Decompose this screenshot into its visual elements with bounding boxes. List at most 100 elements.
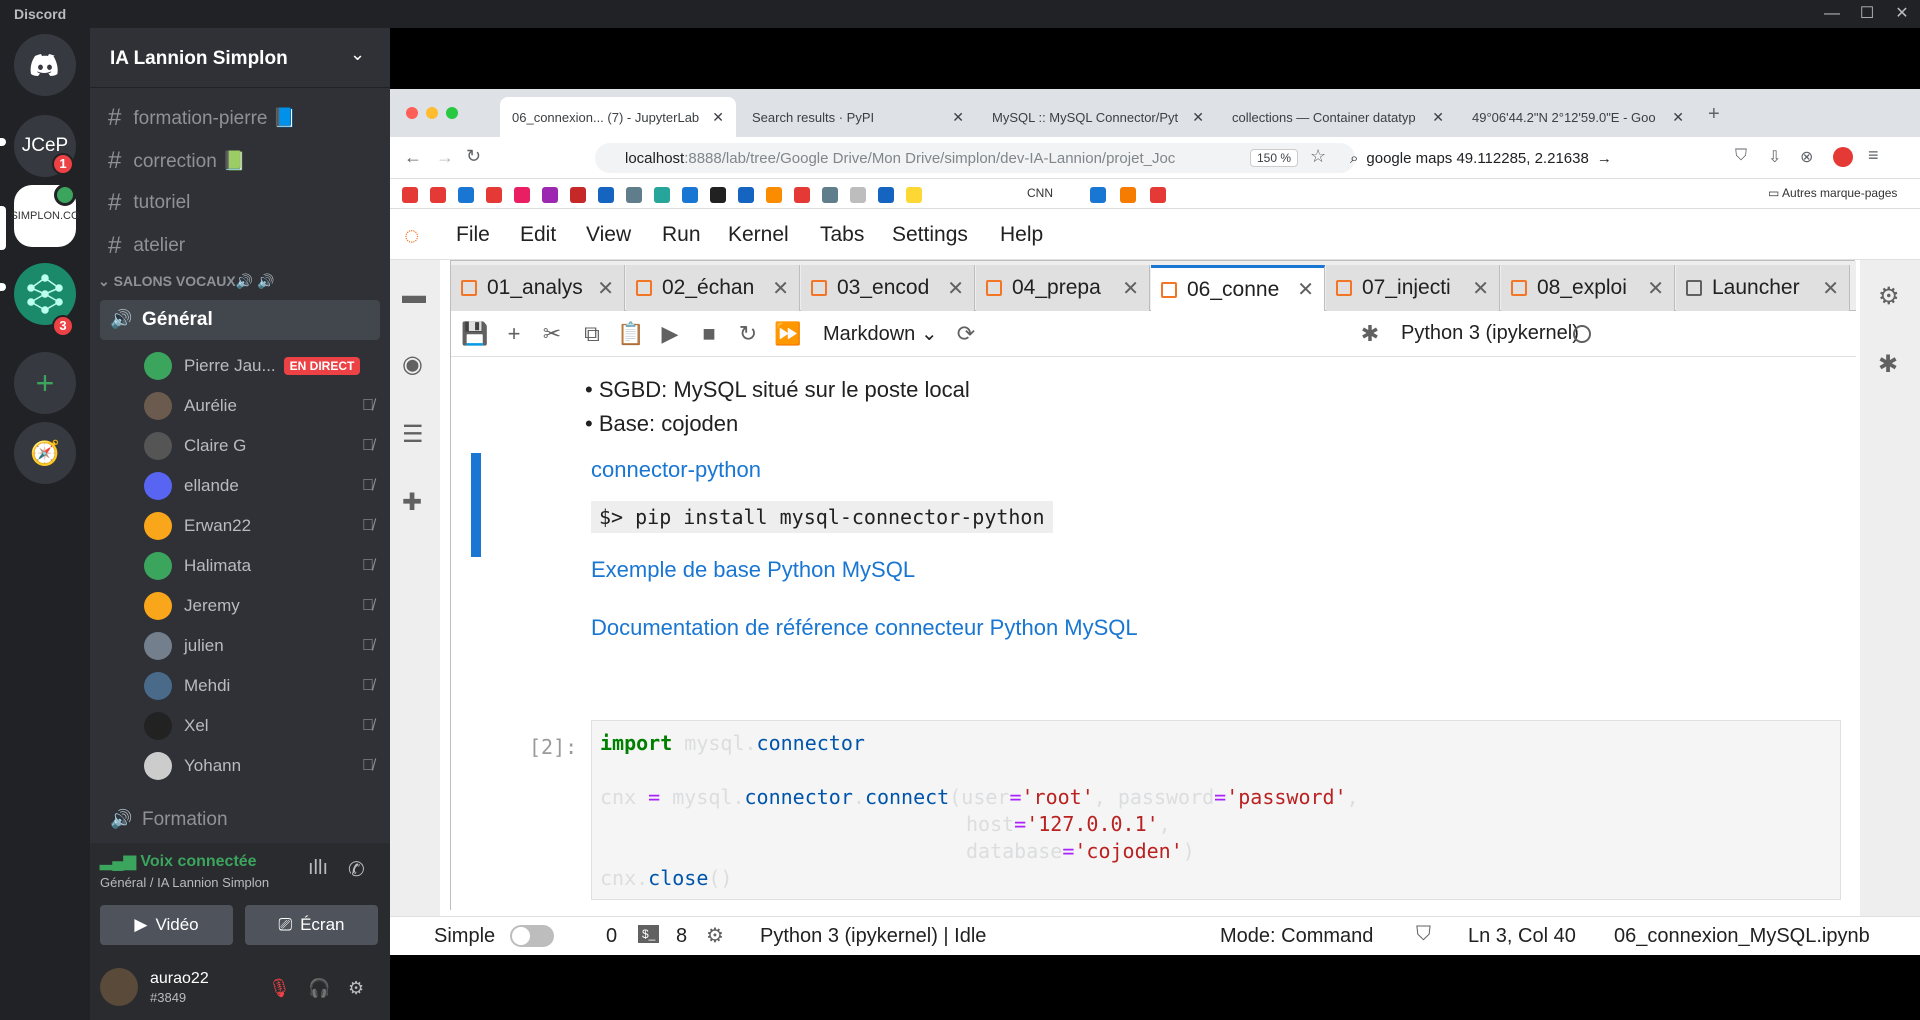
noise-suppression-icon[interactable]: ıllı: [308, 857, 328, 880]
menu-file[interactable]: File: [456, 223, 490, 247]
cut-icon[interactable]: ✂: [539, 321, 565, 347]
explore-compass-icon[interactable]: 🧭: [14, 422, 76, 484]
menu-icon[interactable]: ≡: [1868, 145, 1879, 166]
minimize-icon[interactable]: —: [1822, 4, 1842, 24]
bookmark-icon[interactable]: [906, 187, 922, 203]
zoom-indicator[interactable]: 150 %: [1250, 149, 1299, 167]
running-stop-icon[interactable]: ◉: [402, 350, 423, 379]
bookmark-icon[interactable]: [766, 187, 782, 203]
run-icon[interactable]: ▶: [657, 321, 683, 347]
debug-bug-icon[interactable]: ✱: [1357, 321, 1383, 347]
extension-puzzle-icon[interactable]: ✚: [402, 488, 422, 517]
simple-mode-toggle[interactable]: [510, 925, 554, 947]
channel-atelier[interactable]: # atelier: [108, 226, 378, 266]
toc-list-icon[interactable]: ☰: [402, 420, 424, 449]
mic-muted-icon[interactable]: 🎙: [268, 978, 291, 999]
menu-settings[interactable]: Settings: [892, 223, 968, 247]
documentation-link[interactable]: Documentation de référence connecteur Py…: [591, 615, 1138, 641]
kernel-name[interactable]: Python 3 (ipykernel): [1401, 322, 1579, 345]
connector-python-link[interactable]: connector-python: [591, 457, 761, 483]
bookmark-icon[interactable]: [1090, 187, 1106, 203]
notebook-tab[interactable]: 04_prepa ✕: [976, 265, 1150, 311]
voice-member[interactable]: Xel 🎙̸: [144, 706, 374, 746]
voice-member[interactable]: Halimata 🎙̸: [144, 546, 374, 586]
forward-icon[interactable]: →: [436, 147, 454, 168]
close-tab-icon[interactable]: ✕: [1472, 276, 1489, 301]
menu-tabs[interactable]: Tabs: [820, 223, 864, 247]
channel-formation-pierre[interactable]: # formation-pierre 📘: [108, 98, 378, 138]
copy-icon[interactable]: ⧉: [579, 321, 605, 347]
close-tab-icon[interactable]: ✕: [772, 276, 789, 301]
menu-view[interactable]: View: [586, 223, 631, 247]
fast-forward-icon[interactable]: ⏩: [774, 321, 801, 347]
browser-tab[interactable]: MySQL :: MySQL Connector/Pyt ✕: [980, 97, 1216, 137]
close-tab-icon[interactable]: ✕: [952, 109, 964, 126]
pocket-icon[interactable]: ⛉: [1735, 147, 1747, 165]
search-box[interactable]: ⌕ google maps 49.112285, 2.21638 →: [1350, 143, 1650, 173]
avatar[interactable]: [100, 968, 138, 1006]
close-tab-icon[interactable]: ✕: [1647, 276, 1664, 301]
voice-member[interactable]: Erwan22 🎙̸: [144, 506, 374, 546]
menu-kernel[interactable]: Kernel: [728, 223, 789, 247]
bookmark-icon[interactable]: [598, 187, 614, 203]
guild-header[interactable]: IA Lannion Simplon ⌄: [90, 28, 390, 88]
add-server-icon[interactable]: +: [14, 352, 76, 414]
download-icon[interactable]: ⇩: [1768, 147, 1781, 167]
close-tab-icon[interactable]: ✕: [1822, 276, 1839, 301]
browser-tab[interactable]: collections — Container datatyp ✕: [1220, 97, 1456, 137]
notebook-tab[interactable]: 02_échan ✕: [626, 265, 800, 311]
trusted-shield-icon[interactable]: ⛉: [1416, 923, 1431, 946]
bookmark-icon[interactable]: [514, 187, 530, 203]
back-icon[interactable]: ←: [404, 147, 422, 168]
voice-member[interactable]: Mehdi 🎙̸: [144, 666, 374, 706]
voice-channel-formation[interactable]: 🔊 Formation: [100, 800, 380, 840]
voice-channel-general[interactable]: 🔊 Général: [100, 300, 380, 340]
settings-gear-icon[interactable]: ⚙: [348, 978, 364, 999]
close-tab-icon[interactable]: ✕: [1432, 109, 1444, 126]
folder-icon[interactable]: ▬: [402, 282, 426, 310]
notebook-tab[interactable]: 08_exploi ✕: [1501, 265, 1675, 311]
disconnect-icon[interactable]: ✆: [348, 857, 365, 882]
bookmark-icon[interactable]: [402, 187, 418, 203]
voice-member[interactable]: Claire G 🎙̸: [144, 426, 374, 466]
browser-tab[interactable]: 06_connexion... (7) - JupyterLab ✕: [500, 97, 736, 137]
star-icon[interactable]: ☆: [1310, 146, 1326, 167]
close-tab-icon[interactable]: ✕: [1297, 277, 1314, 302]
insert-cell-icon[interactable]: +: [501, 321, 527, 347]
cell-type-select[interactable]: Markdown ⌄: [823, 321, 938, 346]
voice-category[interactable]: ⌄ SALONS VOCAUX🔊 🔊: [98, 273, 275, 290]
bookmark-icon[interactable]: [486, 187, 502, 203]
terminal-icon[interactable]: $_: [638, 925, 660, 943]
screen-share-button[interactable]: ⎚ Écran: [245, 905, 378, 945]
voice-member[interactable]: ellande 🎙̸: [144, 466, 374, 506]
channel-tutoriel[interactable]: # tutoriel: [108, 183, 378, 223]
maximize-icon[interactable]: ☐: [1857, 4, 1877, 24]
bookmark-icon[interactable]: [570, 187, 586, 203]
bookmark-icon[interactable]: [794, 187, 810, 203]
property-gears-icon[interactable]: ⚙: [1878, 282, 1900, 311]
voice-member[interactable]: julien 🎙̸: [144, 626, 374, 666]
extension-x-icon[interactable]: ⊗: [1800, 147, 1813, 167]
close-tab-icon[interactable]: ✕: [1122, 276, 1139, 301]
bookmark-icon[interactable]: [1150, 187, 1166, 203]
restart-icon[interactable]: ↻: [735, 321, 761, 347]
save-icon[interactable]: 💾: [461, 321, 488, 347]
reload-icon[interactable]: ↻: [466, 146, 481, 167]
bookmark-icon[interactable]: [682, 187, 698, 203]
git-icon[interactable]: ⟳: [953, 321, 979, 347]
voice-member[interactable]: Yohann 🎙̸: [144, 746, 374, 786]
notebook-tab[interactable]: 03_encod ✕: [801, 265, 975, 311]
bookmark-icon[interactable]: [430, 187, 446, 203]
paste-icon[interactable]: 📋: [617, 321, 644, 347]
bookmark-icon[interactable]: [1120, 187, 1136, 203]
close-tab-icon[interactable]: ✕: [597, 276, 614, 301]
voice-member[interactable]: Jeremy 🎙̸: [144, 586, 374, 626]
headphones-icon[interactable]: 🎧: [308, 978, 330, 999]
voice-member[interactable]: Aurélie 🎙̸: [144, 386, 374, 426]
chevron-down-icon[interactable]: ⌄: [350, 44, 365, 65]
bookmark-icon[interactable]: [738, 187, 754, 203]
cursor-position[interactable]: Ln 3, Col 40: [1468, 925, 1576, 948]
bookmark-icon[interactable]: [850, 187, 866, 203]
url-bar[interactable]: localhost:8888/lab/tree/Google Drive/Mon…: [595, 143, 1355, 173]
close-tab-icon[interactable]: ✕: [712, 109, 724, 126]
